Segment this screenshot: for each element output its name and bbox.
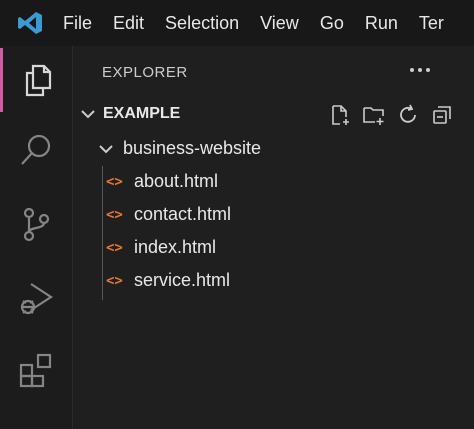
menu-selection[interactable]: Selection bbox=[165, 13, 239, 34]
file-index-html[interactable]: <> index.html bbox=[106, 231, 216, 264]
refresh-icon[interactable] bbox=[396, 103, 420, 127]
source-control-icon bbox=[23, 207, 50, 242]
extensions-icon bbox=[19, 353, 52, 388]
title-bar: File Edit Selection View Go Run Ter bbox=[0, 0, 474, 46]
workspace-title: EXAMPLE bbox=[103, 105, 181, 122]
activity-explorer[interactable] bbox=[0, 48, 72, 112]
explorer-icon bbox=[25, 64, 51, 97]
file-label: about.html bbox=[134, 171, 219, 191]
menu-file[interactable]: File bbox=[63, 13, 92, 34]
html-file-icon: <> bbox=[106, 272, 123, 289]
menu-go[interactable]: Go bbox=[320, 13, 344, 34]
vscode-logo-icon bbox=[18, 12, 42, 34]
menu-edit[interactable]: Edit bbox=[113, 13, 144, 34]
menu-run[interactable]: Run bbox=[365, 13, 398, 34]
activity-bar bbox=[0, 46, 73, 429]
file-service-html[interactable]: <> service.html bbox=[106, 264, 230, 297]
folder-business-website[interactable]: business-website bbox=[97, 132, 261, 165]
collapse-all-icon[interactable] bbox=[430, 103, 454, 127]
new-file-icon[interactable] bbox=[328, 103, 352, 127]
html-file-icon: <> bbox=[106, 206, 123, 223]
file-label: index.html bbox=[134, 237, 217, 257]
indent-guide bbox=[102, 166, 103, 300]
file-label: service.html bbox=[134, 270, 231, 290]
activity-extensions[interactable] bbox=[0, 338, 72, 402]
menu-terminal[interactable]: Ter bbox=[419, 13, 444, 34]
run-debug-icon bbox=[20, 283, 54, 315]
chevron-down-icon bbox=[99, 144, 113, 153]
search-icon bbox=[21, 134, 51, 165]
chevron-down-icon bbox=[81, 110, 95, 119]
activity-run-debug[interactable] bbox=[0, 266, 72, 330]
section-actions bbox=[328, 103, 454, 127]
html-file-icon: <> bbox=[106, 239, 123, 256]
new-folder-icon[interactable] bbox=[362, 103, 386, 127]
menu-view[interactable]: View bbox=[260, 13, 299, 34]
explorer-header: EXPLORER bbox=[102, 64, 188, 81]
file-contact-html[interactable]: <> contact.html bbox=[106, 198, 231, 231]
activity-source-control[interactable] bbox=[0, 192, 72, 256]
more-actions-icon[interactable] bbox=[408, 60, 432, 80]
file-about-html[interactable]: <> about.html bbox=[106, 165, 218, 198]
activity-search[interactable] bbox=[0, 118, 72, 182]
file-label: contact.html bbox=[134, 204, 232, 224]
explorer-sidebar: EXPLORER EXAMPLE business-website <> abo… bbox=[73, 46, 474, 429]
html-file-icon: <> bbox=[106, 173, 123, 190]
folder-label: business-website bbox=[123, 138, 262, 158]
workspace-section-header[interactable]: EXAMPLE bbox=[73, 99, 474, 129]
